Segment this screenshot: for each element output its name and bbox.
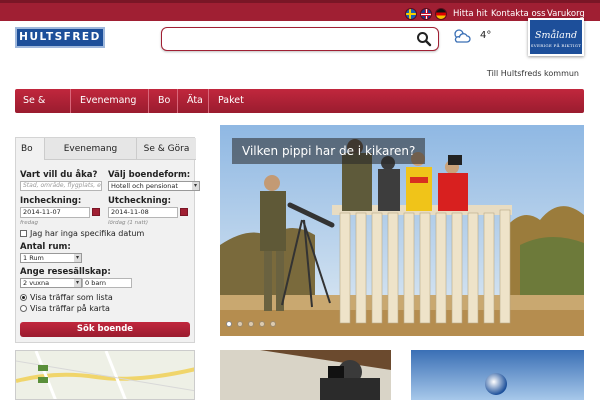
view-map-radio[interactable] xyxy=(20,305,27,312)
nav-paket[interactable]: Paket xyxy=(210,89,250,113)
view-list-radio[interactable] xyxy=(20,294,27,301)
top-bar: Hitta hit Kontakta oss Varukorg xyxy=(0,0,600,21)
view-list-label: Visa träffar som lista xyxy=(30,293,113,302)
nav-se-gora[interactable]: Se & göra xyxy=(15,89,71,130)
rooms-select[interactable]: 1 Rum xyxy=(20,253,82,263)
hitta-hit-link[interactable]: Hitta hit xyxy=(453,9,487,19)
rooms-label: Antal rum: xyxy=(20,242,71,252)
tab-evenemang[interactable]: Evenemang xyxy=(45,138,137,160)
nav-ata[interactable]: Äta xyxy=(179,89,209,113)
checkout-input[interactable]: 2014-11-08 xyxy=(108,207,178,218)
english-flag-icon[interactable] xyxy=(420,8,432,20)
map-preview xyxy=(16,351,194,399)
slide-dot[interactable] xyxy=(247,321,254,327)
checkout-weekday: lördag (1 natt) xyxy=(108,220,148,226)
no-dates-row[interactable]: Jag har inga specifika datum xyxy=(20,229,144,238)
checkin-weekday: fredag xyxy=(20,220,38,226)
no-dates-label: Jag har inga specifika datum xyxy=(30,229,145,238)
smaland-badge-tagline: SVERIGE PÅ RIKTIGT xyxy=(530,43,582,48)
party-label: Ange resesällskap: xyxy=(20,267,111,277)
kommun-link[interactable]: Till Hultsfreds kommun xyxy=(487,69,579,78)
search-accommodation-button[interactable]: Sök boende xyxy=(20,322,190,337)
checkin-label: Incheckning: xyxy=(20,196,82,206)
booking-widget: Bo Evenemang Se & Göra Vart vill du åka?… xyxy=(15,137,200,343)
nav-evenemang[interactable]: Evenemang xyxy=(72,89,149,113)
german-flag-icon[interactable] xyxy=(435,8,447,20)
adults-select[interactable]: 2 vuxna xyxy=(20,278,82,288)
site-search xyxy=(161,27,439,51)
view-map-label: Visa träffar på karta xyxy=(30,304,110,313)
slide-dot[interactable] xyxy=(269,321,276,327)
accommodation-type-label: Välj boendeform: xyxy=(108,170,191,180)
view-map-row[interactable]: Visa träffar på karta xyxy=(20,304,110,313)
water-drop-thumbnail[interactable] xyxy=(411,350,584,400)
checkout-calendar-icon[interactable] xyxy=(180,208,188,216)
hero-caption[interactable]: Vilken pippi har de i kikaren? xyxy=(232,138,426,164)
smaland-badge-title: Småland xyxy=(534,30,578,41)
water-drop-photo xyxy=(485,373,507,395)
accommodation-type-select[interactable]: Hotell och pensionat xyxy=(108,181,200,191)
photographer-photo xyxy=(220,350,391,400)
view-list-row[interactable]: Visa träffar som lista xyxy=(20,293,113,302)
search-input[interactable] xyxy=(168,31,408,47)
checkout-label: Utcheckning: xyxy=(108,196,172,206)
slide-dot[interactable] xyxy=(258,321,265,327)
photographer-thumbnail[interactable] xyxy=(220,350,391,400)
swedish-flag-icon[interactable] xyxy=(405,8,417,20)
slide-dot[interactable] xyxy=(226,321,232,327)
slide-dot[interactable] xyxy=(236,321,243,327)
destination-label: Vart vill du åka? xyxy=(20,170,98,180)
smaland-badge[interactable]: Småland SVERIGE PÅ RIKTIGT xyxy=(528,18,584,56)
slideshow-dots xyxy=(226,320,278,330)
tab-bo[interactable]: Bo xyxy=(16,138,45,160)
temperature: 4° xyxy=(480,30,492,41)
nav-bo[interactable]: Bo xyxy=(150,89,178,113)
tab-se-gora[interactable]: Se & Göra xyxy=(137,138,196,160)
map-thumbnail[interactable] xyxy=(15,350,195,400)
partly-cloudy-icon xyxy=(454,29,471,43)
main-nav: Se & göra Evenemang Bo Äta Paket xyxy=(15,89,584,130)
destination-input[interactable]: Stad, område, flygplats, el xyxy=(20,181,102,191)
checkin-input[interactable]: 2014-11-07 xyxy=(20,207,90,218)
no-dates-checkbox[interactable] xyxy=(20,230,27,237)
search-icon[interactable] xyxy=(416,31,432,47)
checkin-calendar-icon[interactable] xyxy=(92,208,100,216)
hero-slideshow[interactable]: Vilken pippi har de i kikaren? xyxy=(220,125,584,336)
children-select[interactable]: 0 barn xyxy=(82,278,132,288)
hultsfred-logo[interactable]: HULTSFRED xyxy=(15,27,105,48)
